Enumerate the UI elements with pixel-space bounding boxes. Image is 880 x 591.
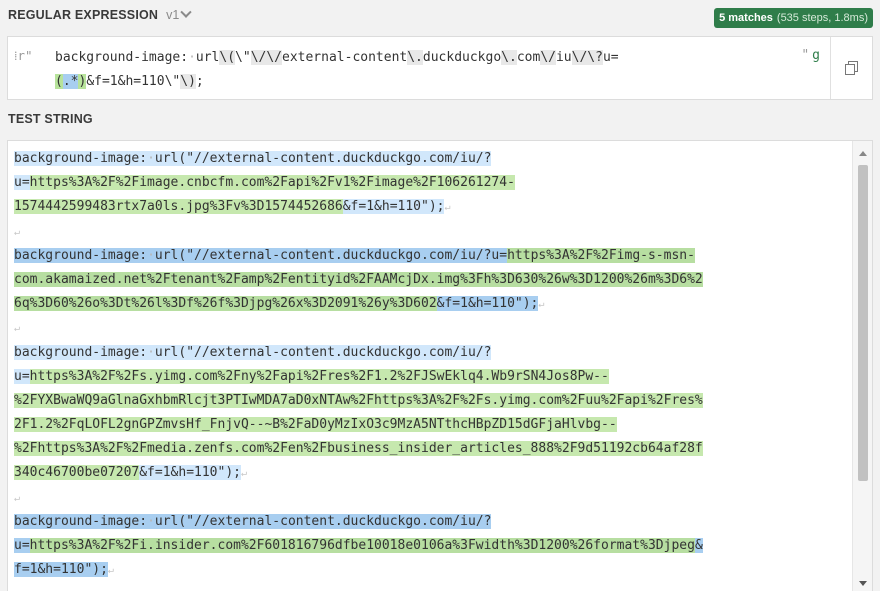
test-segment-a: u= [14, 538, 30, 553]
test-line: ↵ [14, 220, 850, 244]
test-line: u=https%3A%2F%2Fi.insider.com%2F60181679… [14, 534, 850, 558]
version-label: v1 [166, 8, 180, 22]
test-segment-a: background-image: [14, 344, 148, 360]
test-segment-c: https%3A%2F%2Fimg-s-msn- [507, 247, 695, 263]
test-segment-c: https%3A%2F%2Fs.yimg.com%2Fny%2Fapi%2Fre… [29, 368, 609, 384]
test-line: f=1&h=110");↵ [14, 558, 850, 582]
whitespace-dot: · [147, 247, 155, 263]
test-segment-c: %2FYXBwaWQ9aGlnaGxhbmRlcjt3PTIwMDA7aD0xN… [14, 392, 703, 408]
test-line: background-image:·url("//external-conten… [14, 341, 850, 365]
test-section-title: TEST STRING [8, 112, 93, 126]
test-line: background-image:·url("//external-conten… [14, 147, 850, 171]
test-segment-a: background-image: [14, 151, 148, 166]
test-segment-b: url("//external-content.duckduckgo.com/i… [154, 247, 508, 263]
line-return-icon: ↵ [444, 202, 451, 214]
test-segment-a: u= [14, 175, 30, 191]
test-line: 6q%3D60%26o%3Dt%26l%3Df%26f%3Djpg%26x%3D… [14, 292, 850, 316]
test-line: u=https%3A%2F%2Fs.yimg.com%2Fny%2Fapi%2F… [14, 365, 850, 389]
line-return-icon: ↵ [538, 299, 545, 311]
test-string-input[interactable]: background-image:·url("//external-conten… [14, 147, 850, 582]
regex-line-2: (.*)&f=1&h=110\"\); [55, 74, 204, 89]
test-segment-c: https%3A%2F%2Fimage.cnbcfm.com%2Fapi%2Fv… [29, 175, 515, 191]
test-segment-c: 2F1.2%2FqLOFL2gnGPZmvsHf_FnjvQ--~B%2FaD0… [14, 417, 617, 433]
line-return-icon: ↵ [14, 323, 21, 335]
scrollbar[interactable] [852, 141, 872, 591]
scroll-thumb[interactable] [858, 165, 868, 481]
test-segment-c: 6q%3D60%26o%3Dt%26l%3Df%26f%3Djpg%26x%3D… [14, 296, 437, 312]
test-section-header: TEST STRING [0, 106, 880, 132]
matches-detail: (535 steps, 1.8ms) [776, 12, 868, 24]
version-dropdown[interactable]: v1 [166, 6, 193, 22]
test-line: 2F1.2%2FqLOFL2gnGPZmvsHf_FnjvQ--~B%2FaD0… [14, 413, 850, 437]
line-return-icon: ↵ [14, 492, 21, 504]
test-line: 1574442599483rtx7a0ls.jpg%3Fv%3D15744526… [14, 195, 850, 219]
test-segment-b: url("//external-content.duckduckgo.com/i… [154, 344, 492, 360]
test-line: u=https%3A%2F%2Fimage.cnbcfm.com%2Fapi%2… [14, 171, 850, 195]
copy-button[interactable] [830, 37, 872, 99]
test-segment-d: & [694, 538, 703, 553]
test-line: background-image:·url("//external-conten… [14, 244, 850, 268]
whitespace-dot: · [147, 513, 155, 529]
whitespace-dot: · [147, 151, 155, 166]
matches-count: 5 matches [719, 12, 773, 24]
copy-icon [844, 61, 859, 75]
scroll-up-icon[interactable] [859, 151, 867, 156]
regex-line-1: background-image:·url\(\"\/\/external-co… [55, 50, 619, 65]
chevron-down-icon [180, 6, 193, 18]
line-return-icon: ↵ [107, 565, 114, 577]
test-string-box[interactable]: background-image:·url("//external-conten… [7, 140, 873, 591]
test-line: %2Fhttps%3A%2F%2Fmedia.zenfs.com%2Fen%2F… [14, 437, 850, 461]
test-line: ↵ [14, 316, 850, 340]
test-segment-d: &f=1&h=110"); [342, 199, 445, 215]
test-segment-b: url("//external-content.duckduckgo.com/i… [154, 513, 492, 529]
regex-section-header: REGULAR EXPRESSION v1 5 matches (535 ste… [0, 0, 880, 30]
test-segment-c: 1574442599483rtx7a0ls.jpg%3Fv%3D15744526… [14, 199, 343, 215]
line-return-icon: ↵ [240, 468, 248, 480]
test-segment-a: background-image: [14, 247, 148, 263]
test-segment-c: https%3A%2F%2Fi.insider.com%2F601816796d… [29, 538, 695, 553]
test-segment-d: &f=1&h=110"); [436, 296, 539, 312]
matches-badge: 5 matches (535 steps, 1.8ms) [714, 8, 873, 28]
line-return-icon: ↵ [14, 226, 21, 238]
test-line: com.akamaized.net%2Ftenant%2Famp%2Fentit… [14, 268, 850, 292]
test-segment-c: com.akamaized.net%2Ftenant%2Famp%2Fentit… [14, 271, 703, 287]
test-line: 340c46700be07207&f=1&h=110");↵ [14, 461, 850, 485]
regex-flags[interactable]: " g [801, 48, 820, 63]
regex-delimiter-left: ⁞r" [14, 48, 33, 63]
test-segment-c: %2Fhttps%3A%2F%2Fmedia.zenfs.com%2Fen%2F… [14, 441, 703, 457]
test-line: ↵ [14, 486, 850, 510]
test-line: %2FYXBwaWQ9aGlnaGxhbmRlcjt3PTIwMDA7aD0xN… [14, 389, 850, 413]
test-segment-d: &f=1&h=110"); [139, 465, 241, 481]
test-segment-a: u= [14, 368, 30, 384]
test-segment-d: f=1&h=110"); [14, 562, 108, 578]
test-segment-b: url("//external-content.duckduckgo.com/i… [154, 151, 492, 166]
regex-section-title: REGULAR EXPRESSION [8, 8, 159, 22]
regex-input[interactable]: background-image:·url\(\"\/\/external-co… [55, 46, 795, 94]
regex-input-box[interactable]: ⁞r" background-image:·url\(\"\/\/externa… [7, 36, 873, 100]
test-segment-a: background-image: [14, 513, 148, 529]
test-segment-c: 340c46700be07207 [14, 465, 140, 481]
scroll-down-icon[interactable] [859, 581, 867, 586]
test-line: background-image:·url("//external-conten… [14, 510, 850, 534]
whitespace-dot: · [147, 344, 155, 360]
